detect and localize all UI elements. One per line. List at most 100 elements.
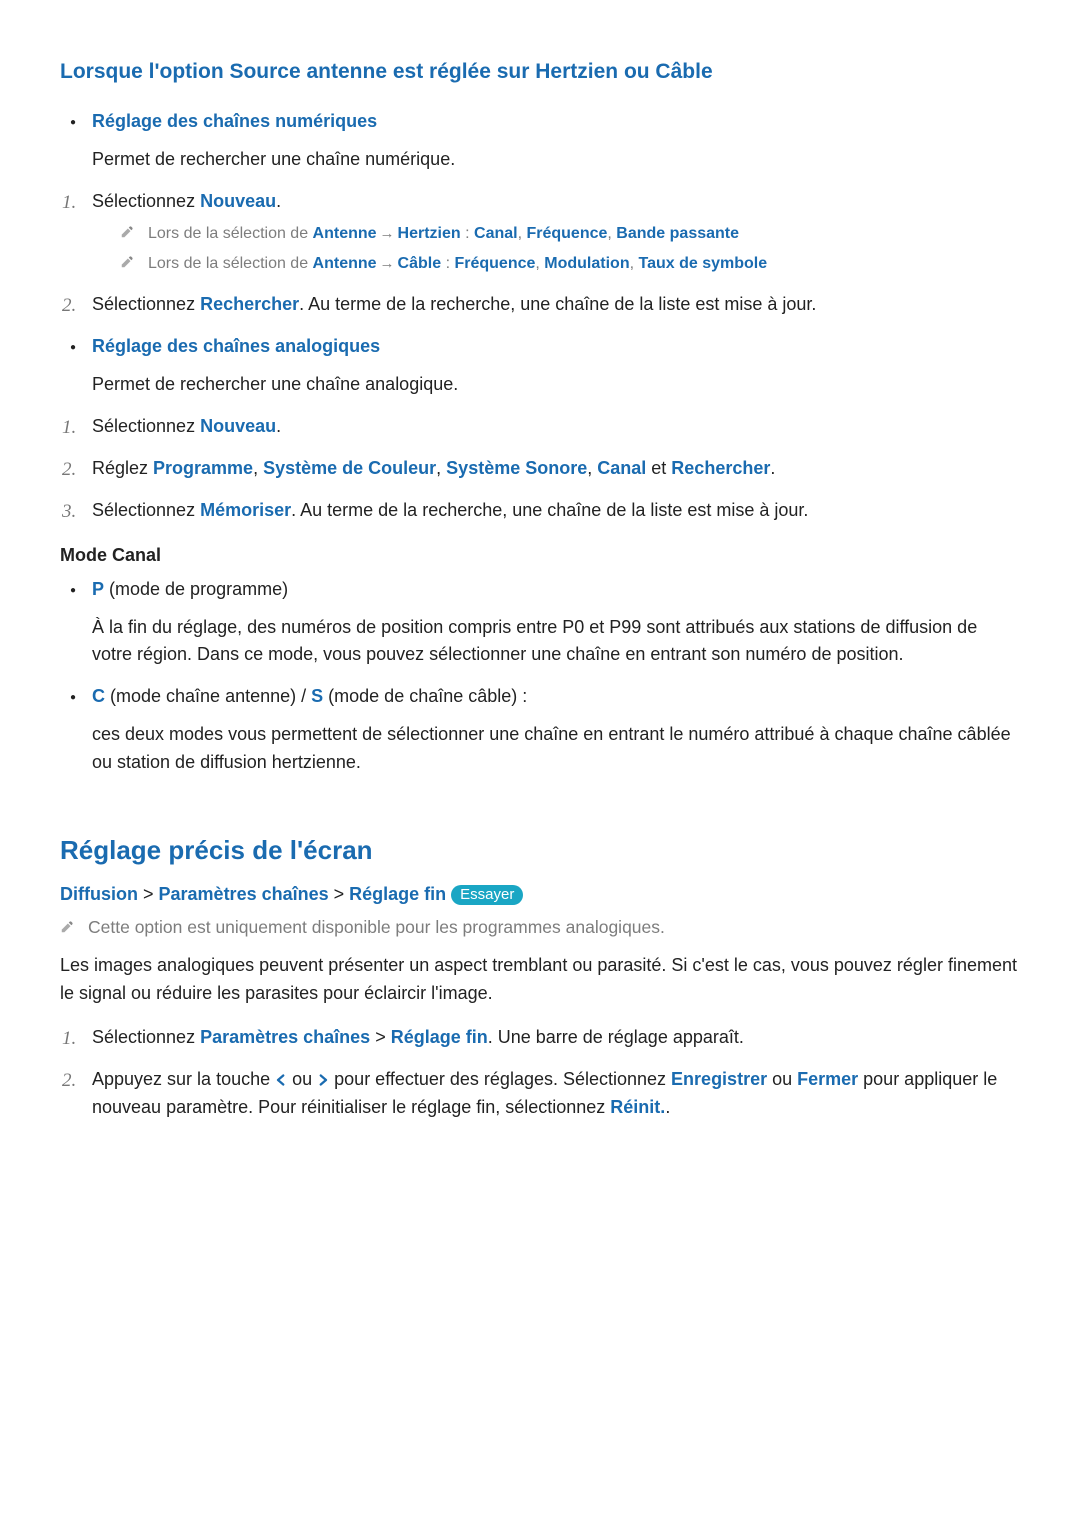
mode-list: P (mode de programme) À la fin du réglag… [60,576,1020,777]
crumb: Diffusion [60,884,138,904]
keyword: Antenne [313,225,377,242]
section-title: Réglage précis de l'écran [60,835,1020,866]
step-item: Appuyez sur la touche ou pour effectuer … [92,1066,1020,1122]
text: . [665,1097,670,1117]
body-text: Les images analogiques peuvent présenter… [60,952,1020,1008]
mode-label: P [92,579,104,599]
pencil-icon [120,255,134,269]
keyword: Rechercher [671,458,770,478]
keyword: Nouveau [200,416,276,436]
note-row: Lors de la sélection de Antenne→Câble : … [120,252,1020,277]
text: Sélectionnez [92,191,200,211]
crumb: Paramètres chaînes [159,884,329,904]
step-item: Sélectionnez Nouveau. Lors de la sélecti… [92,188,1020,277]
step-item: Sélectionnez Mémoriser. Au terme de la r… [92,497,1020,525]
list-item: C (mode chaîne antenne) / S (mode de cha… [92,683,1020,777]
crumb-sep: > [138,884,159,904]
text: > [370,1027,391,1047]
text: , [587,458,597,478]
text: Sélectionnez [92,1027,200,1047]
digital-heading: Réglage des chaînes numériques [92,111,377,131]
keyword: Système de Couleur [263,458,436,478]
analog-block: Réglage des chaînes analogiques Permet d… [60,333,1020,399]
text: . Au terme de la recherche, une chaîne d… [291,500,808,520]
page-content: Lorsque l'option Source antenne est régl… [0,0,1080,1195]
keyword: Réinit. [610,1097,665,1117]
keyword: Canal [474,225,518,242]
list-item: P (mode de programme) À la fin du réglag… [92,576,1020,670]
arrow-icon: → [380,252,395,275]
text: . Une barre de réglage apparaît. [488,1027,744,1047]
note-text: Cette option est uniquement disponible p… [88,917,665,938]
text: , [253,458,263,478]
crumb: Réglage fin [349,884,446,904]
keyword: Paramètres chaînes [200,1027,370,1047]
text: : [441,255,454,272]
text: et [646,458,671,478]
step-item: Sélectionnez Paramètres chaînes > Réglag… [92,1024,1020,1052]
pencil-icon [60,920,74,934]
keyword: Enregistrer [671,1069,767,1089]
keyword: Programme [153,458,253,478]
note-row: Lors de la sélection de Antenne→Hertzien… [120,222,1020,247]
keyword: Fréquence [526,225,607,242]
text: . [276,416,281,436]
keyword: Système Sonore [446,458,587,478]
chevron-left-icon [275,1074,287,1086]
note-row: Cette option est uniquement disponible p… [60,917,1020,938]
keyword: Bande passante [616,225,739,242]
pencil-icon [120,225,134,239]
text: (mode de chaîne câble) : [323,686,527,706]
step-item: Sélectionnez Nouveau. [92,413,1020,441]
analog-steps: Sélectionnez Nouveau. Réglez Programme, … [60,413,1020,525]
keyword: Fermer [797,1069,858,1089]
analog-desc: Permet de rechercher une chaîne analogiq… [92,371,1020,399]
text: Sélectionnez [92,500,200,520]
mode-heading: Mode Canal [60,545,1020,566]
keyword: Hertzien [398,225,461,242]
text: ou [287,1069,317,1089]
arrow-icon: → [380,222,395,245]
text: , [535,255,544,272]
text: Lors de la sélection de [148,225,313,242]
section-subtitle: Lorsque l'option Source antenne est régl… [60,60,1020,84]
text: (mode de programme) [104,579,288,599]
mode-desc: À la fin du réglage, des numéros de posi… [92,614,1020,670]
text: . [770,458,775,478]
note-text: Lors de la sélection de Antenne→Câble : … [148,252,767,277]
keyword: Mémoriser [200,500,291,520]
text: Réglez [92,458,153,478]
digital-block: Réglage des chaînes numériques Permet de… [60,108,1020,174]
crumb-sep: > [329,884,350,904]
try-badge[interactable]: Essayer [451,885,523,905]
keyword: Taux de symbole [638,255,767,272]
mode-desc: ces deux modes vous permettent de sélect… [92,721,1020,777]
fine-tune-steps: Sélectionnez Paramètres chaînes > Réglag… [60,1024,1020,1122]
text: Lors de la sélection de [148,255,313,272]
text: . Au terme de la recherche, une chaîne d… [299,294,816,314]
keyword: Câble [398,255,442,272]
keyword: Canal [597,458,646,478]
text: Appuyez sur la touche [92,1069,275,1089]
keyword: Fréquence [454,255,535,272]
keyword: Rechercher [200,294,299,314]
step-item: Réglez Programme, Système de Couleur, Sy… [92,455,1020,483]
text: : [461,225,474,242]
text: (mode chaîne antenne) / [105,686,311,706]
text: Sélectionnez [92,294,200,314]
text: , [436,458,446,478]
mode-label: S [311,686,323,706]
text: ou [767,1069,797,1089]
analog-heading: Réglage des chaînes analogiques [92,336,380,356]
keyword: Modulation [544,255,629,272]
keyword: Réglage fin [391,1027,488,1047]
digital-steps: Sélectionnez Nouveau. Lors de la sélecti… [60,188,1020,319]
mode-label: C [92,686,105,706]
text: . [276,191,281,211]
digital-desc: Permet de rechercher une chaîne numériqu… [92,146,1020,174]
chevron-right-icon [317,1074,329,1086]
step-item: Sélectionnez Rechercher. Au terme de la … [92,291,1020,319]
keyword: Antenne [313,255,377,272]
note-text: Lors de la sélection de Antenne→Hertzien… [148,222,739,247]
text: pour effectuer des réglages. Sélectionne… [329,1069,671,1089]
